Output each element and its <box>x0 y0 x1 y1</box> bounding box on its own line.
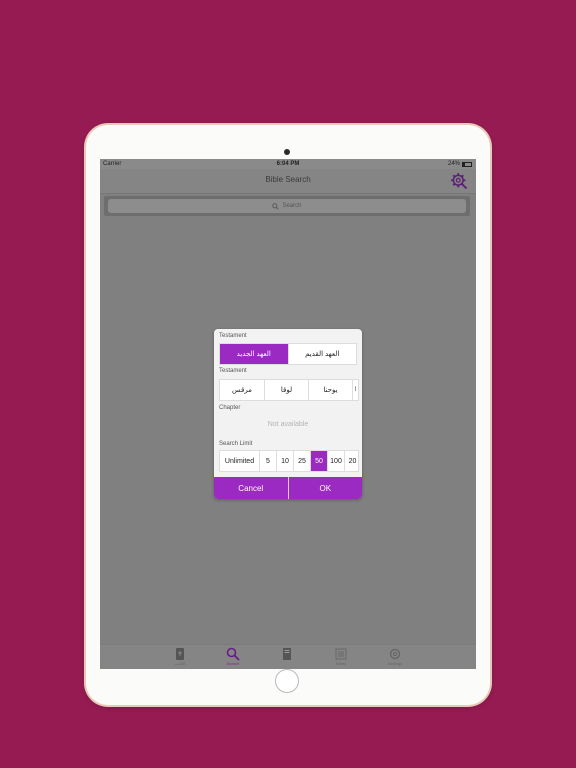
settings-icon <box>388 647 402 661</box>
testament-segmented-control: العهد الجديد العهد القديم <box>219 343 357 365</box>
status-time: 6:04 PM <box>276 161 300 167</box>
book-label: Testament <box>219 368 247 374</box>
tab-bar: الكتاب Search Notes Settings <box>100 644 476 669</box>
search-icon <box>226 647 240 661</box>
camera-dot <box>284 149 290 155</box>
limit-option-5[interactable]: 5 <box>259 451 276 471</box>
page-title: Bible Search <box>265 175 311 184</box>
tab-label: Search <box>226 661 240 666</box>
cancel-button[interactable]: Cancel <box>214 477 288 499</box>
limit-option-100[interactable]: 100 <box>327 451 344 471</box>
book-segmented-control: مرقس لوقا يوحنا أ <box>219 379 359 401</box>
battery-icon <box>462 161 472 167</box>
limit-option-unlimited[interactable]: Unlimited <box>220 451 259 471</box>
notes-icon <box>334 647 348 661</box>
limit-option-25[interactable]: 25 <box>293 451 310 471</box>
chapter-value: Not available <box>267 421 309 428</box>
testament-label: Testament <box>219 333 247 339</box>
magnifier-icon <box>272 202 280 210</box>
book-option-mark[interactable]: مرقس <box>220 380 264 400</box>
search-limit-label: Search Limit <box>219 441 253 447</box>
bible-icon <box>173 647 187 661</box>
tab-bible[interactable]: الكتاب <box>165 647 195 666</box>
search-limit-segmented-control: Unlimited 5 10 25 50 100 20 <box>219 450 359 472</box>
tab-bookmarks[interactable] <box>272 647 302 661</box>
tab-label: Settings <box>387 661 403 666</box>
book-option-next[interactable]: أ <box>352 380 358 400</box>
dialog-footer: Cancel OK <box>214 477 362 499</box>
testament-option-new[interactable]: العهد الجديد <box>220 344 288 364</box>
search-settings-icon[interactable] <box>450 172 468 190</box>
search-input[interactable]: Search <box>108 199 466 213</box>
search-placeholder: Search <box>282 203 302 209</box>
status-bar: Carrier 6:04 PM 24% <box>100 159 476 169</box>
home-button[interactable] <box>275 669 299 693</box>
limit-option-10[interactable]: 10 <box>276 451 293 471</box>
bookmark-icon <box>280 647 294 661</box>
battery-indicator: 24% <box>448 161 472 167</box>
search-bar-container: Search <box>104 196 470 216</box>
tab-label: الكتاب <box>174 661 186 666</box>
search-options-dialog: Testament العهد الجديد العهد القديم Test… <box>214 329 362 499</box>
book-option-luke[interactable]: لوقا <box>264 380 308 400</box>
battery-percent: 24% <box>447 161 460 167</box>
tab-search[interactable]: Search <box>218 647 248 666</box>
nav-bar: Bible Search <box>100 169 476 194</box>
limit-option-50[interactable]: 50 <box>310 451 327 471</box>
tab-settings[interactable]: Settings <box>380 647 410 666</box>
testament-option-old[interactable]: العهد القديم <box>287 344 357 364</box>
chapter-label: Chapter <box>219 405 241 411</box>
tab-notes[interactable]: Notes <box>326 647 356 666</box>
book-option-john[interactable]: يوحنا <box>308 380 352 400</box>
ok-button[interactable]: OK <box>287 477 363 499</box>
limit-option-200[interactable]: 20 <box>344 451 360 471</box>
tab-label: Notes <box>335 661 347 666</box>
